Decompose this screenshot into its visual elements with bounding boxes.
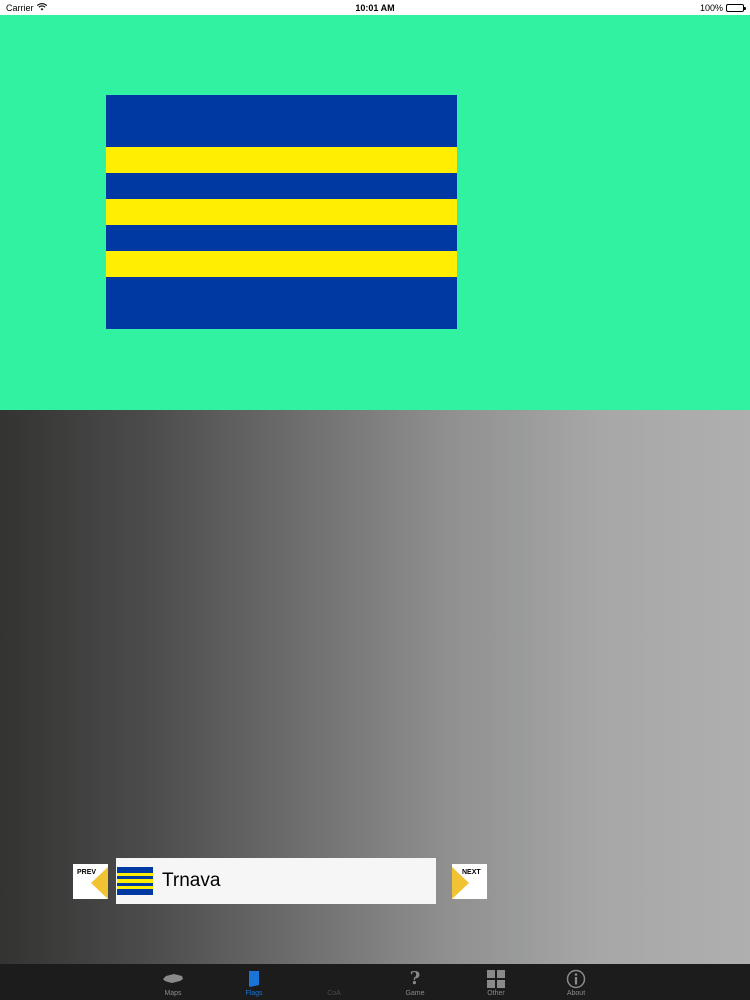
flag-large bbox=[106, 95, 457, 329]
tab-game-label: Game bbox=[405, 990, 425, 997]
status-right: 100% bbox=[699, 2, 746, 13]
tab-other[interactable]: Other bbox=[456, 964, 536, 1000]
map-icon bbox=[162, 970, 184, 988]
tab-coa-label: CoA bbox=[327, 990, 341, 997]
tab-bar: Maps Flags CoA ? Game Other About bbox=[0, 964, 750, 1000]
flag-stripe bbox=[106, 173, 457, 199]
tab-maps-label: Maps bbox=[164, 990, 182, 997]
tab-coa[interactable]: CoA bbox=[294, 964, 374, 1000]
tab-game[interactable]: ? Game bbox=[375, 964, 455, 1000]
flag-stripe bbox=[106, 251, 457, 277]
flag-stripe bbox=[106, 95, 457, 147]
status-time: 10:01 AM bbox=[355, 2, 395, 13]
region-name: Trnava bbox=[162, 870, 221, 891]
status-left: Carrier bbox=[6, 3, 47, 13]
flag-icon bbox=[247, 970, 261, 988]
question-icon: ? bbox=[409, 968, 421, 989]
region-name-box: Trnava bbox=[116, 858, 436, 904]
arrow-right-icon bbox=[452, 867, 469, 899]
flag-stripe bbox=[106, 199, 457, 225]
flag-stripe bbox=[106, 147, 457, 173]
flag-stripe bbox=[106, 225, 457, 251]
tab-flags-label: Flags bbox=[245, 990, 263, 997]
wifi-icon bbox=[36, 2, 47, 13]
carrier-label: Carrier bbox=[6, 2, 34, 13]
flag-thumbnail bbox=[117, 867, 153, 895]
tab-other-label: Other bbox=[487, 990, 505, 997]
tab-maps[interactable]: Maps bbox=[133, 964, 213, 1000]
flag-stripe bbox=[106, 277, 457, 329]
next-button[interactable]: NEXT bbox=[452, 864, 487, 899]
tab-about-label: About bbox=[566, 990, 586, 997]
flag-stripe bbox=[117, 888, 153, 895]
prev-button[interactable]: PREV bbox=[73, 864, 108, 899]
grid-icon bbox=[487, 970, 505, 988]
flag-stage bbox=[0, 15, 750, 410]
tab-flags[interactable]: Flags bbox=[214, 964, 294, 1000]
arrow-left-icon bbox=[91, 867, 108, 899]
battery-icon bbox=[726, 3, 746, 12]
tab-about[interactable]: About bbox=[536, 964, 616, 1000]
info-icon bbox=[566, 969, 586, 989]
battery-percent: 100% bbox=[699, 2, 723, 13]
status-bar: Carrier 10:01 AM 100% bbox=[0, 0, 750, 15]
